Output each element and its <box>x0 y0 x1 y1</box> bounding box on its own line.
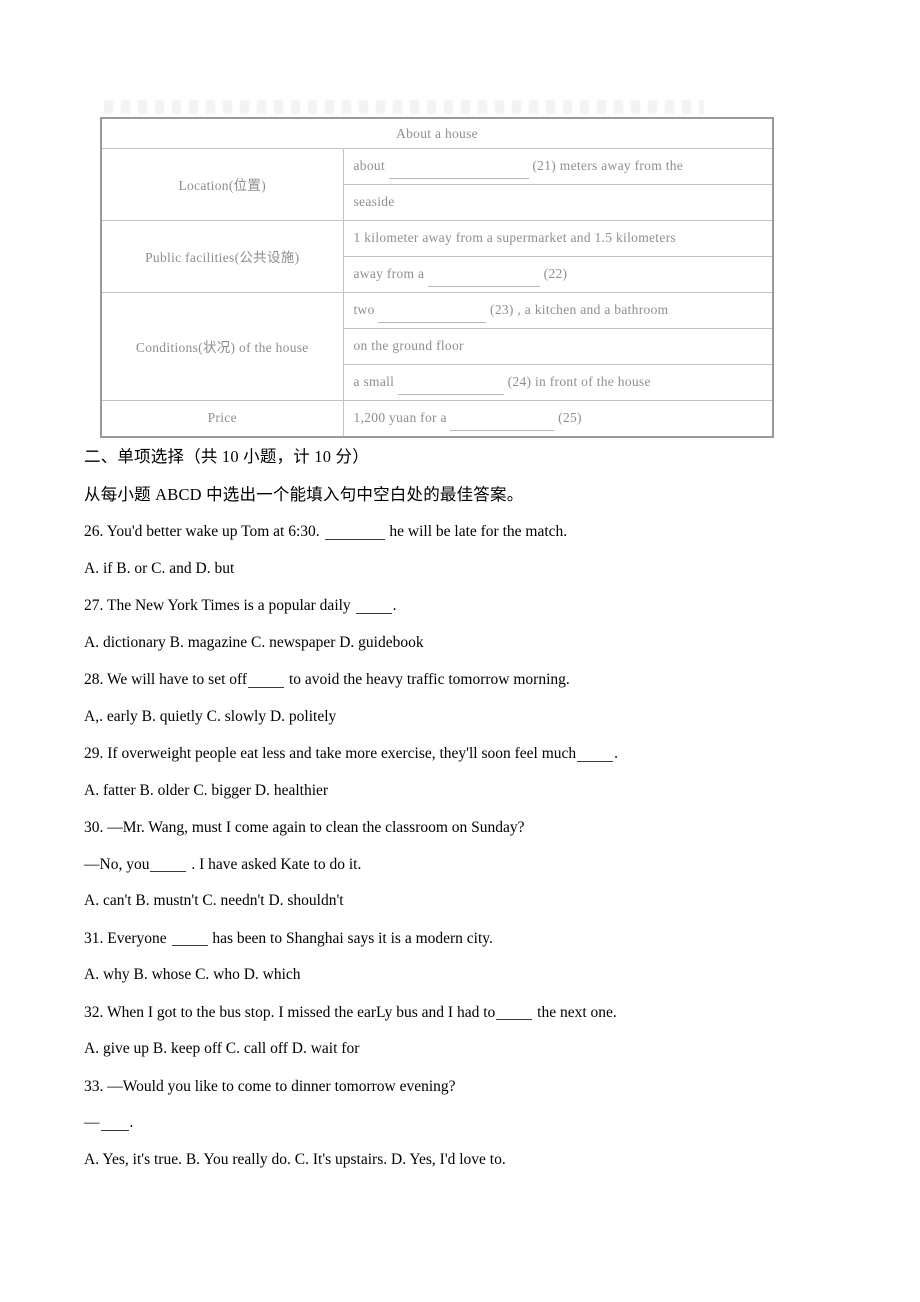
row-content-conditions-line2: on the ground floor <box>342 327 774 365</box>
question-29-number: 29. <box>84 745 104 762</box>
blank-number-22: (22) <box>543 265 568 281</box>
question-32-stem-before: When I got to the bus stop. I missed the… <box>106 1003 496 1021</box>
question-26-stem: 26. You'd better wake up Tom at 6:30. he… <box>84 524 844 540</box>
row-content-facilities-line2: away from a (22) <box>342 255 774 293</box>
text-before-blank-25: 1,200 yuan for a <box>353 409 447 425</box>
answer-blank-24[interactable] <box>397 382 504 395</box>
question-29-options[interactable]: A. fatter B. older C. bigger D. healthie… <box>84 782 844 799</box>
section-heading: 二、单项选择（共 10 小题，计 10 分） <box>84 447 369 466</box>
text-before-blank-22: away from a <box>353 265 425 281</box>
question-29-stem-before: If overweight people eat less and take m… <box>107 745 577 762</box>
question-28-number: 28. <box>84 671 104 688</box>
question-32-stem: 32. When I got to the bus stop. I missed… <box>84 1003 844 1021</box>
multiple-choice-section: 二、单项选择（共 10 小题，计 10 分） 从每小题 ABCD 中选出一个能填… <box>84 447 844 1189</box>
question-26-number: 26. <box>84 523 104 540</box>
question-26-blank[interactable] <box>324 524 385 540</box>
table-header-row: About a house <box>100 117 774 149</box>
answer-blank-21[interactable] <box>388 166 529 179</box>
row-label-conditions: Conditions(状况) of the house <box>100 291 344 401</box>
row-content-location-line1: about (21) meters away from the <box>342 148 774 185</box>
answer-blank-22[interactable] <box>427 274 540 287</box>
text-before-blank-21: about <box>353 158 385 173</box>
question-27-stem: 27. The New York Times is a popular dail… <box>84 598 844 614</box>
answer-blank-23[interactable] <box>378 310 487 323</box>
question-27-stem-after: . <box>392 597 397 614</box>
table-row-public-facilities: Public facilities(公共设施) 1 kilometer away… <box>100 219 774 293</box>
about-a-house-table: About a house Location(位置) about (21) me… <box>100 117 775 438</box>
question-33-number: 33. <box>84 1077 104 1095</box>
section-instruction: 从每小题 ABCD 中选出一个能填入句中空白处的最佳答案。 <box>84 484 524 504</box>
row-content-location-line2: seaside <box>342 183 774 221</box>
table-row-price: Price 1,200 yuan for a (25) <box>100 399 774 438</box>
question-33-reply-after: . <box>129 1114 134 1131</box>
question-26-stem-before: You'd better wake up Tom at 6:30. <box>106 523 320 540</box>
question-32-blank[interactable] <box>496 1005 533 1020</box>
question-26-stem-after: he will be late for the match. <box>389 523 568 540</box>
question-30-reply-before: —No, you <box>84 855 150 873</box>
question-31-number: 31. <box>84 929 104 947</box>
question-27-number: 27. <box>84 597 104 614</box>
blank-number-25: (25) <box>558 409 582 425</box>
question-31-stem-after: has been to Shanghai says it is a modern… <box>212 929 493 947</box>
question-31-stem: 31. Everyone has been to Shanghai says i… <box>84 929 844 947</box>
question-30-reply-after: . I have asked Kate to do it. <box>191 855 362 873</box>
question-27-blank[interactable] <box>355 598 392 614</box>
question-28-options[interactable]: A,. early B. quietly C. slowly D. polite… <box>84 708 844 725</box>
answer-blank-25[interactable] <box>450 418 555 431</box>
question-29-stem: 29. If overweight people eat less and ta… <box>84 746 844 762</box>
table-title: About a house <box>100 117 774 149</box>
question-30-stem-before: —Mr. Wang, must I come again to clean th… <box>107 819 525 836</box>
question-28-stem-before: We will have to set off <box>106 671 248 688</box>
row-content-conditions-line1: two (23) , a kitchen and a bathroom <box>342 291 774 329</box>
question-27-stem-before: The New York Times is a popular daily <box>106 597 351 614</box>
question-30-options[interactable]: A. can't B. mustn't C. needn't D. should… <box>84 893 844 909</box>
table-row-location: Location(位置) about (21) meters away from… <box>100 148 774 221</box>
question-29-stem-after: . <box>614 745 619 762</box>
question-33-options[interactable]: A. Yes, it's true. B. You really do. C. … <box>84 1151 844 1168</box>
question-33-stem: 33. —Would you like to come to dinner to… <box>84 1077 844 1095</box>
question-26-options[interactable]: A. if B. or C. and D. but <box>84 560 844 577</box>
exam-page: About a house Location(位置) about (21) me… <box>0 0 920 1302</box>
row-content-price: 1,200 yuan for a (25) <box>342 399 774 438</box>
question-31-options[interactable]: A. why B. whose C. who D. which <box>84 967 844 983</box>
text-after-blank-21: meters away from the <box>559 158 684 173</box>
question-31-blank[interactable] <box>171 931 208 946</box>
blank-number-24: (24) <box>507 373 532 389</box>
cut-off-text-artifact <box>104 100 704 114</box>
question-28-stem-after: to avoid the heavy traffic tomorrow morn… <box>288 671 570 688</box>
question-33-stem-before: —Would you like to come to dinner tomorr… <box>107 1077 456 1095</box>
question-28-stem: 28. We will have to set off to avoid the… <box>84 672 844 688</box>
question-27-options[interactable]: A. dictionary B. magazine C. newspaper D… <box>84 634 844 651</box>
question-28-blank[interactable] <box>248 672 285 688</box>
row-content-facilities-line1: 1 kilometer away from a supermarket and … <box>342 219 774 257</box>
row-label-price: Price <box>100 399 344 438</box>
question-30-number: 30. <box>84 819 104 836</box>
question-30-reply: —No, you . I have asked Kate to do it. <box>84 855 844 873</box>
blank-number-23: (23) <box>490 301 514 317</box>
text-after-blank-24: in front of the house <box>534 373 651 389</box>
question-33-blank[interactable] <box>100 1115 129 1131</box>
question-30-stem: 30. —Mr. Wang, must I come again to clea… <box>84 820 844 836</box>
question-30-blank[interactable] <box>150 857 187 872</box>
house-table-scan: About a house Location(位置) about (21) me… <box>100 100 775 438</box>
question-33-reply: —. <box>84 1115 844 1131</box>
question-29-blank[interactable] <box>577 746 614 762</box>
question-32-number: 32. <box>84 1003 104 1021</box>
blank-number-21: (21) <box>532 158 557 173</box>
question-32-stem-after: the next one. <box>537 1003 617 1021</box>
text-before-blank-23: two <box>353 301 375 317</box>
question-33-reply-before: — <box>84 1114 100 1131</box>
text-before-blank-24: a small <box>353 373 395 389</box>
question-31-stem-before: Everyone <box>107 929 167 947</box>
table-row-conditions: Conditions(状况) of the house two (23) , a… <box>100 291 774 401</box>
row-label-public-facilities: Public facilities(公共设施) <box>100 219 344 293</box>
row-content-conditions-line3: a small (24) in front of the house <box>342 363 774 401</box>
row-label-location: Location(位置) <box>100 148 344 221</box>
question-32-options[interactable]: A. give up B. keep off C. call off D. wa… <box>84 1041 844 1057</box>
text-after-blank-23: , a kitchen and a bathroom <box>517 301 669 317</box>
